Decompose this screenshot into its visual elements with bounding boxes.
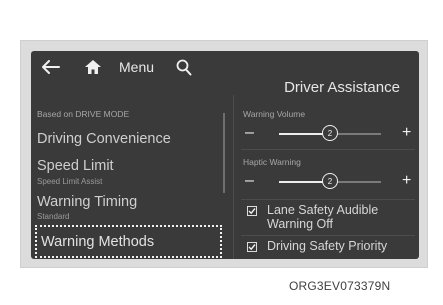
menu-item-warning-methods-label: Warning Methods — [41, 234, 155, 250]
drive-mode-label: Based on DRIVE MODE — [37, 109, 130, 119]
warning-volume-label: Warning Volume — [243, 109, 306, 119]
driving-safety-priority-toggle[interactable]: Driving Safety Priority — [247, 239, 407, 253]
menu-item-warning-methods[interactable]: Warning Methods — [35, 225, 222, 258]
driving-safety-priority-label: Driving Safety Priority — [267, 239, 388, 253]
lane-safety-audible-warning-off-toggle[interactable]: Lane Safety Audible Warning Off — [247, 203, 407, 231]
menu-item-warning-timing-subtitle: Standard — [37, 212, 70, 221]
warning-volume-knob[interactable]: 2 — [322, 125, 338, 141]
haptic-warning-decrease-button[interactable]: – — [245, 173, 254, 189]
checkbox[interactable] — [247, 242, 257, 252]
display-frame: Menu Driver Assistance Based on DRIVE MO… — [20, 40, 428, 268]
menu-item-speed-limit-subtitle: Speed Limit Assist — [37, 177, 103, 186]
search-icon — [176, 59, 192, 75]
warning-volume-decrease-button[interactable]: – — [245, 125, 254, 141]
page-title: Driver Assistance — [284, 79, 400, 96]
checkmark-icon — [248, 208, 256, 215]
panel-divider — [233, 95, 234, 259]
haptic-warning-label: Haptic Warning — [243, 157, 301, 167]
separator — [241, 149, 415, 150]
separator — [241, 199, 415, 200]
scrollbar[interactable] — [223, 113, 225, 193]
haptic-warning-slider[interactable]: 2 — [279, 173, 381, 189]
menu-item-speed-limit[interactable]: Speed Limit — [37, 158, 114, 174]
haptic-warning-knob[interactable]: 2 — [322, 173, 338, 189]
home-icon — [85, 60, 101, 74]
home-button[interactable] — [81, 55, 105, 79]
arrow-left-icon — [42, 60, 60, 74]
search-button[interactable] — [173, 55, 195, 79]
menu-item-driving-convenience[interactable]: Driving Convenience — [37, 131, 171, 147]
checkbox[interactable] — [247, 206, 257, 216]
separator — [241, 235, 415, 236]
warning-volume-slider[interactable]: 2 — [279, 125, 381, 141]
figure-code: ORG3EV073379N — [289, 279, 391, 293]
menu-button[interactable]: Menu — [119, 59, 154, 75]
menu-item-warning-timing[interactable]: Warning Timing — [37, 194, 137, 210]
warning-volume-increase-button[interactable]: + — [402, 125, 411, 141]
haptic-warning-value: 2 — [327, 176, 333, 186]
haptic-warning-increase-button[interactable]: + — [402, 173, 411, 189]
warning-volume-value: 2 — [327, 128, 333, 138]
warning-settings-panel: Warning Volume – 2 + Haptic Warning – 2 … — [237, 95, 419, 259]
infotainment-screen: Menu Driver Assistance Based on DRIVE MO… — [31, 51, 419, 259]
lane-safety-audible-warning-off-label: Lane Safety Audible Warning Off — [267, 203, 379, 231]
back-button[interactable] — [39, 55, 63, 79]
checkmark-icon — [248, 244, 256, 251]
